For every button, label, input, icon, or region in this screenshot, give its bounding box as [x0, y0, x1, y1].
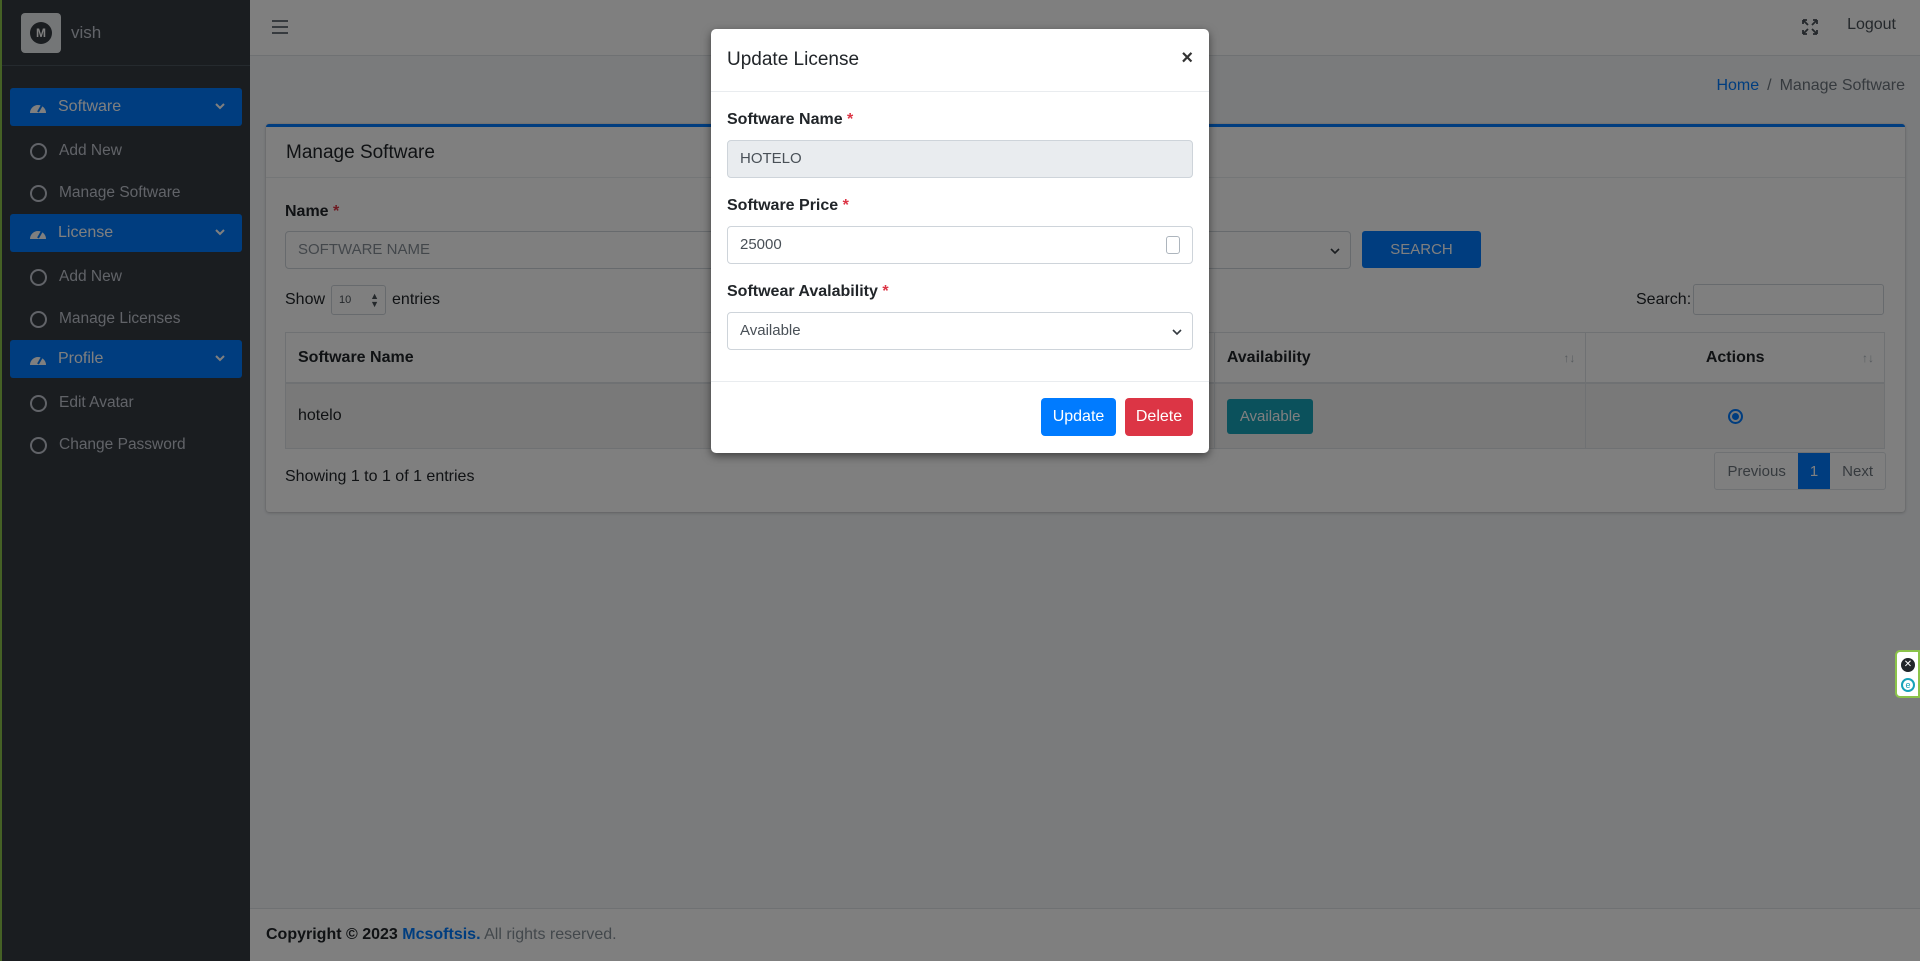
software-name-label-text: Software Name: [727, 111, 843, 128]
software-price-value: 25000: [740, 236, 782, 253]
software-price-field[interactable]: 25000: [727, 226, 1193, 264]
modal-footer: Update Delete: [711, 381, 1209, 453]
close-circle-icon[interactable]: ✕: [1901, 658, 1915, 672]
software-name-label: Software Name *: [727, 111, 853, 129]
delete-button[interactable]: Delete: [1125, 398, 1193, 436]
software-price-label-text: Software Price: [727, 197, 839, 214]
availability-selected-value: Available: [740, 322, 801, 339]
modal-header: Update License ×: [711, 29, 1209, 92]
close-icon[interactable]: ×: [1181, 47, 1193, 70]
required-mark: *: [842, 197, 849, 214]
availability-label: Softwear Avalability *: [727, 283, 889, 301]
software-name-field: HOTELO: [727, 140, 1193, 178]
modal-title: Update License: [727, 49, 860, 70]
side-widget[interactable]: ✕ e: [1895, 650, 1920, 698]
update-license-modal: Update License × Software Name * HOTELO …: [711, 29, 1209, 453]
required-mark: *: [882, 283, 889, 300]
update-button[interactable]: Update: [1041, 398, 1116, 436]
number-spinner-icon[interactable]: [1166, 236, 1180, 254]
chevron-down-icon: [1172, 329, 1182, 336]
extension-icon[interactable]: e: [1901, 678, 1915, 692]
software-price-label: Software Price *: [727, 197, 849, 215]
availability-label-text: Softwear Avalability: [727, 283, 878, 300]
availability-select[interactable]: Available: [727, 312, 1193, 350]
required-mark: *: [847, 111, 854, 128]
